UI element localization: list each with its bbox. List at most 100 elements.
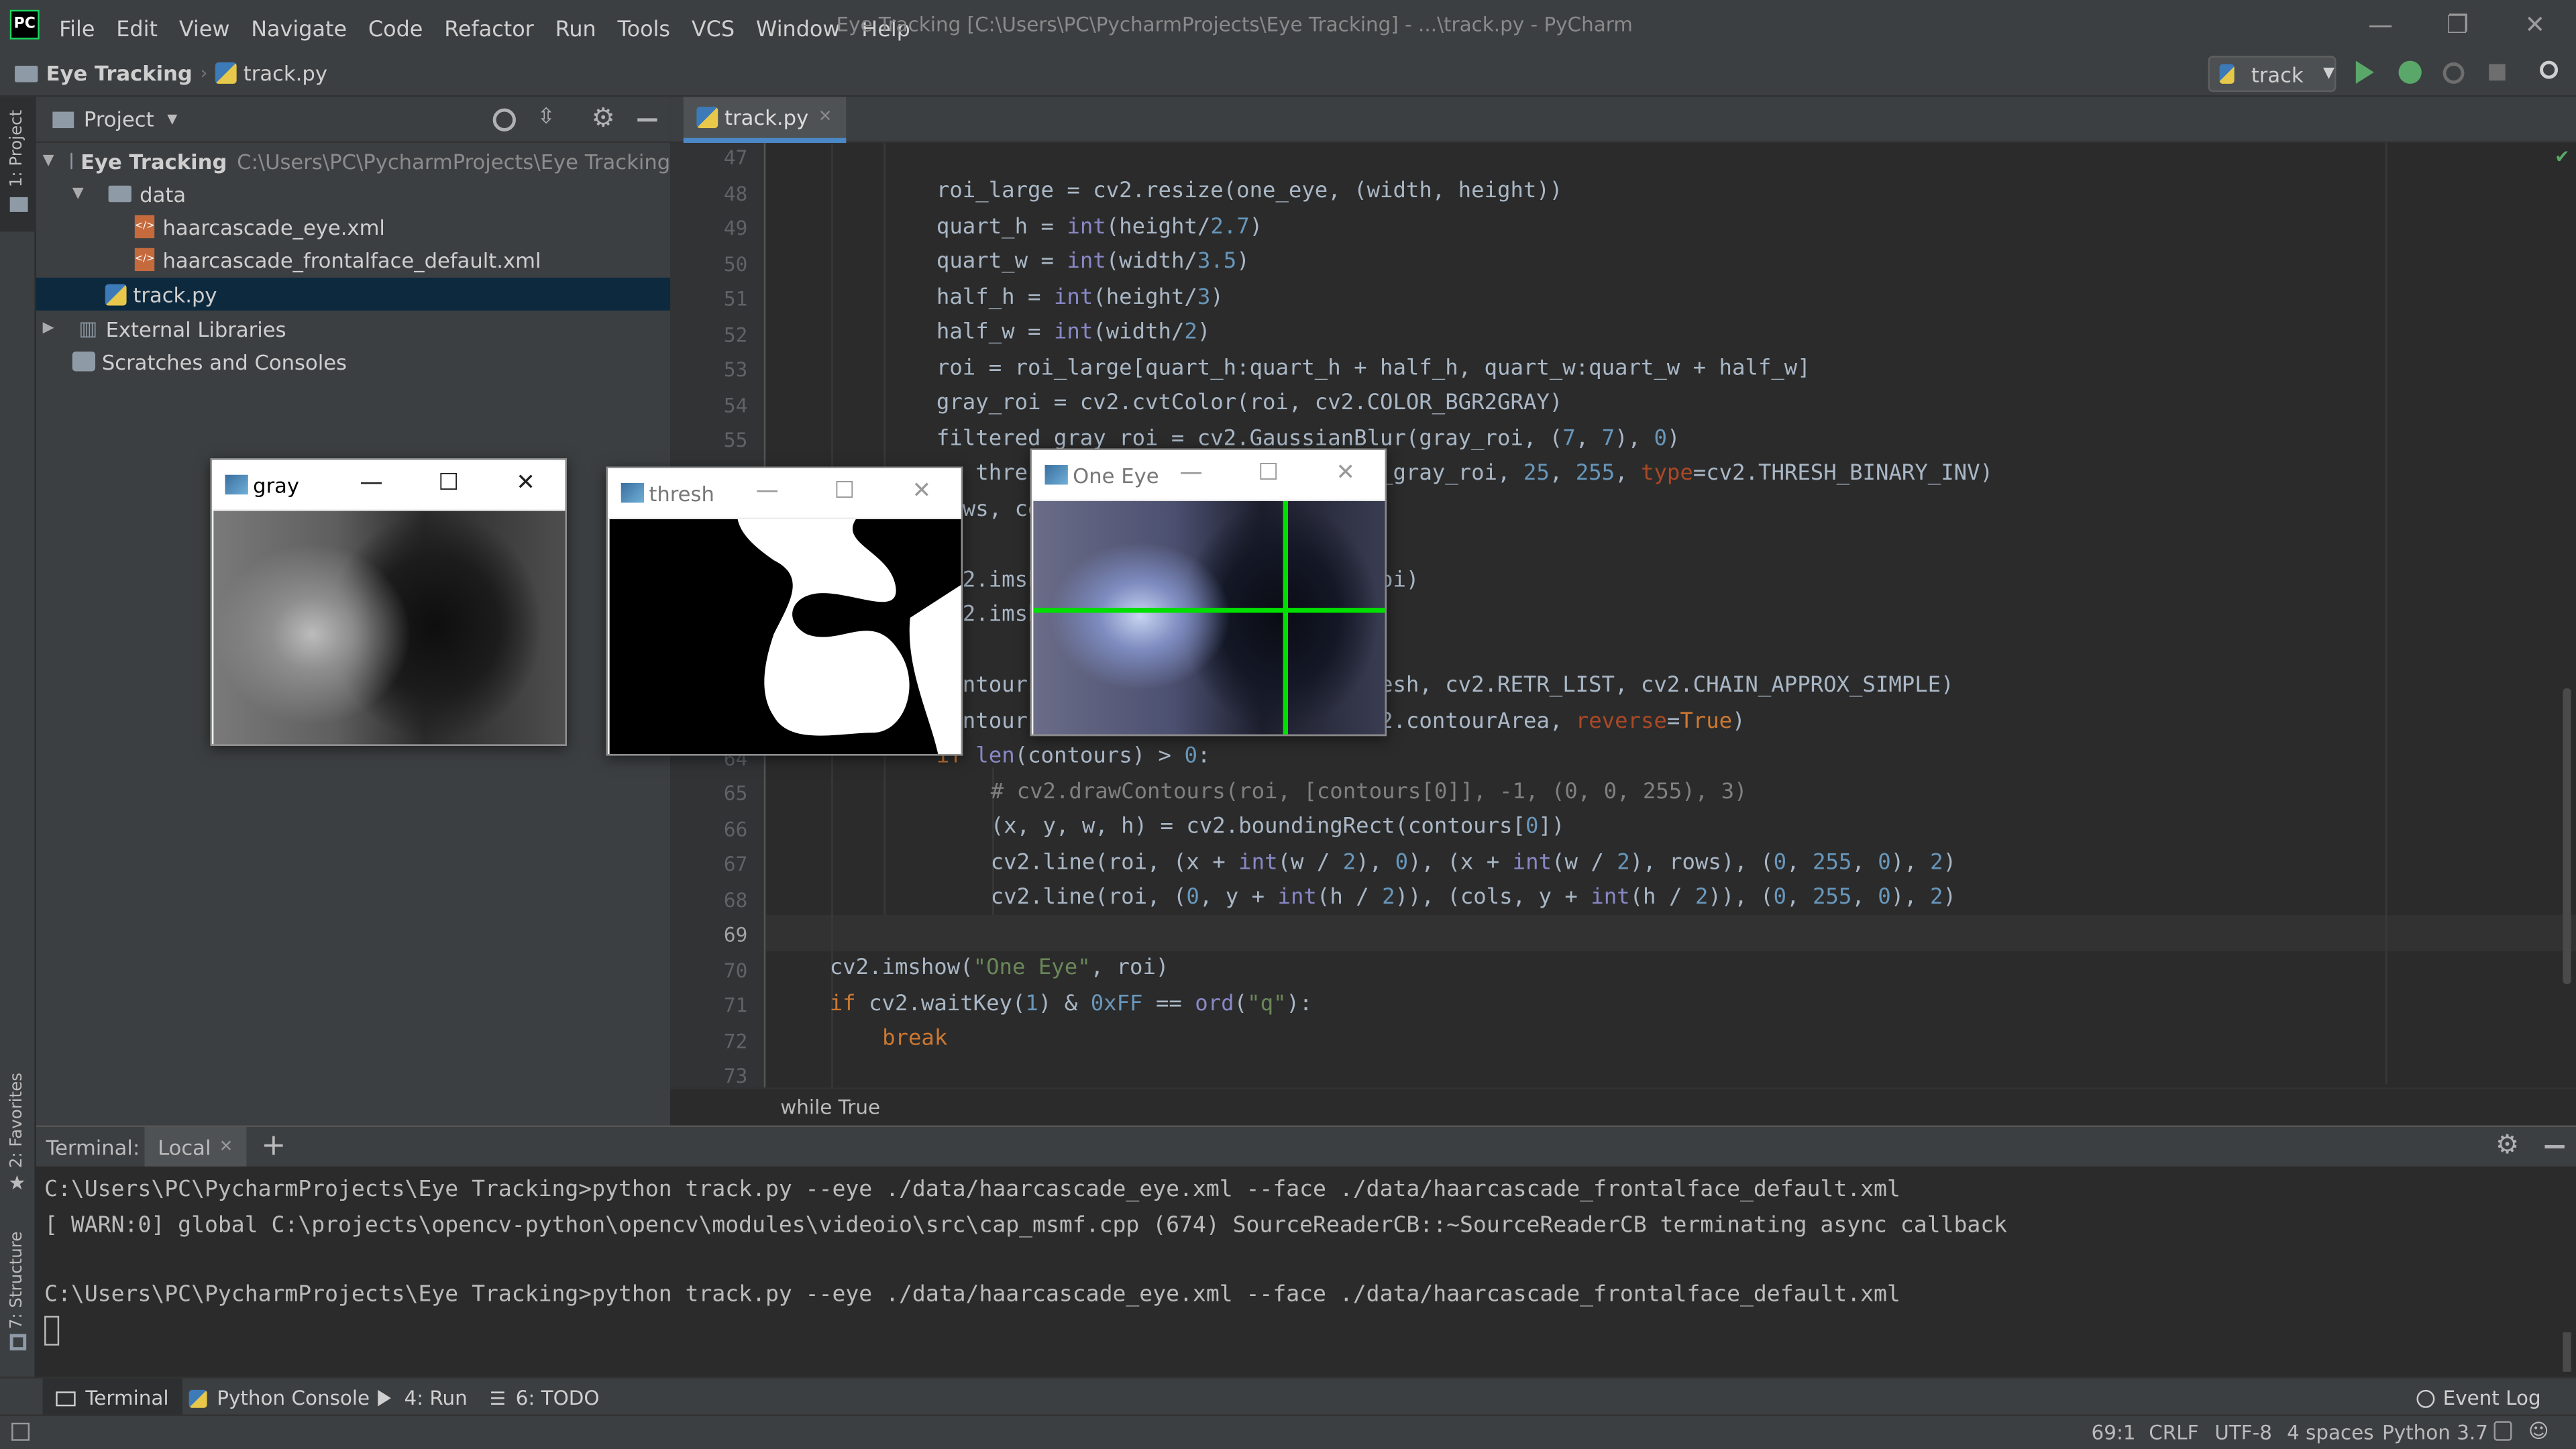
hide-icon[interactable] xyxy=(2544,1144,2565,1148)
minimize-button[interactable]: — xyxy=(333,460,409,509)
line-number: 65 xyxy=(723,782,748,806)
line-number: 71 xyxy=(723,994,748,1017)
project-panel-header: Project ▼ ⇳ ⚙ xyxy=(36,97,671,144)
caret-position[interactable]: 69:1 xyxy=(2092,1421,2136,1444)
run-config-select[interactable]: track ▼ xyxy=(2208,56,2337,93)
search-icon[interactable] xyxy=(2540,60,2559,79)
stop-icon[interactable] xyxy=(2489,64,2506,81)
project-view-select[interactable]: Project ▼ xyxy=(52,107,177,131)
cv-window-one-eye-titlebar[interactable]: One Eye — ☐ ✕ xyxy=(1031,450,1385,500)
structure-tool-tab[interactable]: 7: Structure xyxy=(0,1230,36,1358)
debug-icon[interactable] xyxy=(2398,60,2422,84)
close-button[interactable]: ✕ xyxy=(2497,0,2573,49)
tree-item-data[interactable]: ▼ data xyxy=(36,177,670,210)
terminal-scrollbar[interactable] xyxy=(2563,1332,2571,1372)
line-separator[interactable]: CRLF xyxy=(2149,1421,2198,1444)
python-console-tool-tab[interactable]: Python Console xyxy=(189,1387,370,1409)
minimize-button[interactable]: — xyxy=(1153,450,1229,499)
line-number: 54 xyxy=(723,393,748,417)
minimize-button[interactable]: — xyxy=(2343,0,2418,49)
menu-code[interactable]: Code xyxy=(368,18,423,43)
coverage-icon[interactable] xyxy=(2443,62,2465,84)
bottom-toolbar: Terminal Python Console 4: Run ☰ 6: TODO… xyxy=(0,1377,2576,1418)
close-button[interactable]: ✕ xyxy=(488,460,564,509)
menu-window[interactable]: Window xyxy=(756,18,841,43)
tree-item-external-libraries[interactable]: ▶ ▥ External Libraries xyxy=(36,312,670,345)
gear-icon[interactable]: ⚙ xyxy=(592,102,615,133)
favorites-tool-tab[interactable]: 2: Favorites ★ xyxy=(0,1066,36,1197)
terminal-output[interactable]: C:\Users\PC\PycharmProjects\Eye Tracking… xyxy=(36,1170,2566,1375)
breadcrumb-file[interactable]: track.py xyxy=(244,61,327,86)
toggle-tool-windows-icon[interactable] xyxy=(11,1422,30,1441)
maximize-button[interactable]: ☐ xyxy=(1230,450,1306,499)
indent-setting[interactable]: 4 spaces xyxy=(2287,1421,2374,1444)
star-icon: ★ xyxy=(8,1171,26,1195)
menu-refactor[interactable]: Refactor xyxy=(444,18,534,43)
tree-external-label: External Libraries xyxy=(105,316,286,341)
expand-arrow-icon: ▼ xyxy=(72,185,84,203)
tree-item-eye-xml[interactable]: </> haarcascade_eye.xml xyxy=(36,210,670,243)
tree-root-label: Eye Tracking xyxy=(80,148,227,174)
line-number-current: 69 xyxy=(723,923,748,947)
restore-button[interactable]: ❐ xyxy=(2420,0,2496,49)
line-number: 48 xyxy=(723,181,748,205)
inspector-icon[interactable]: ☺ xyxy=(2528,1419,2549,1442)
library-icon: ▥ xyxy=(78,317,98,340)
main-menu: File Edit View Navigate Code Refactor Run Tools… xyxy=(59,11,932,43)
tree-item-scratches[interactable]: Scratches and Consoles xyxy=(36,345,670,378)
breadcrumb-while[interactable]: while True xyxy=(780,1095,880,1118)
close-tab-icon[interactable]: ✕ xyxy=(219,1138,233,1156)
python-interpreter[interactable]: Python 3.7 xyxy=(2382,1421,2488,1444)
menu-file[interactable]: File xyxy=(59,18,95,43)
cv-window-thresh-titlebar[interactable]: thresh — ☐ ✕ xyxy=(608,468,961,518)
menu-tools[interactable]: Tools xyxy=(618,18,670,43)
breadcrumb-project[interactable]: Eye Tracking xyxy=(46,61,193,86)
tree-item-face-xml[interactable]: </> haarcascade_frontalface_default.xml xyxy=(36,243,670,276)
cv-window-gray[interactable]: gray — ☐ ✕ xyxy=(210,458,567,746)
chevron-right-icon: › xyxy=(200,62,208,84)
terminal-tool-tab[interactable]: Terminal xyxy=(42,1378,182,1418)
tree-item-track-py[interactable]: track.py xyxy=(36,277,671,311)
lock-icon[interactable] xyxy=(2493,1421,2512,1441)
menu-view[interactable]: View xyxy=(179,18,230,43)
expand-arrow-icon: ▼ xyxy=(42,152,54,170)
locate-icon[interactable] xyxy=(492,108,516,131)
gear-icon[interactable]: ⚙ xyxy=(2496,1128,2519,1160)
code-line-67: cv2.line(roi, (x + int(w / 2), 0), (x + … xyxy=(990,850,1957,875)
cv-window-one-eye[interactable]: One Eye — ☐ ✕ xyxy=(1030,448,1387,737)
run-icon[interactable] xyxy=(2355,60,2374,84)
editor-scrollbar[interactable] xyxy=(2563,688,2571,984)
maximize-button[interactable]: ☐ xyxy=(806,468,882,517)
todo-tool-tab[interactable]: ☰ 6: TODO xyxy=(490,1387,600,1409)
menu-navigate[interactable]: Navigate xyxy=(251,18,347,43)
menu-edit[interactable]: Edit xyxy=(116,18,158,43)
editor-tabs: track.py ✕ xyxy=(670,97,2576,144)
hide-icon[interactable] xyxy=(637,118,657,122)
menu-vcs[interactable]: VCS xyxy=(692,18,735,43)
folder-icon xyxy=(108,185,131,203)
line-number: 50 xyxy=(723,252,748,276)
maximize-button[interactable]: ☐ xyxy=(411,460,486,509)
pycharm-logo: PC xyxy=(9,9,40,40)
tab-track-py[interactable]: track.py ✕ xyxy=(683,97,846,144)
cv-window-gray-titlebar[interactable]: gray — ☐ ✕ xyxy=(211,460,566,510)
project-tool-tab[interactable]: 1: Project xyxy=(0,97,36,232)
collapse-all-icon[interactable]: ⇳ xyxy=(537,105,555,130)
add-icon[interactable]: + xyxy=(261,1128,286,1163)
close-tab-icon[interactable]: ✕ xyxy=(818,109,833,127)
python-icon xyxy=(189,1389,207,1407)
folder-icon xyxy=(70,152,72,170)
python-file-icon xyxy=(696,107,718,129)
cv-window-thresh[interactable]: thresh — ☐ ✕ xyxy=(606,466,963,756)
file-encoding[interactable]: UTF-8 xyxy=(2214,1421,2272,1444)
close-button[interactable]: ✕ xyxy=(1307,450,1383,499)
line-number: 72 xyxy=(723,1029,748,1053)
close-button[interactable]: ✕ xyxy=(884,468,960,517)
menu-run[interactable]: Run xyxy=(555,18,596,43)
favorites-tool-label: 2: Favorites xyxy=(8,1072,27,1169)
event-log-tool-tab[interactable]: Event Log xyxy=(2416,1387,2541,1409)
minimize-button[interactable]: — xyxy=(729,468,805,517)
run-tool-tab[interactable]: 4: Run xyxy=(378,1387,468,1409)
terminal-tab-local[interactable]: Local ✕ xyxy=(144,1127,246,1167)
tree-item-root[interactable]: ▼ Eye Tracking C:\Users\PC\PycharmProjec… xyxy=(36,145,671,178)
